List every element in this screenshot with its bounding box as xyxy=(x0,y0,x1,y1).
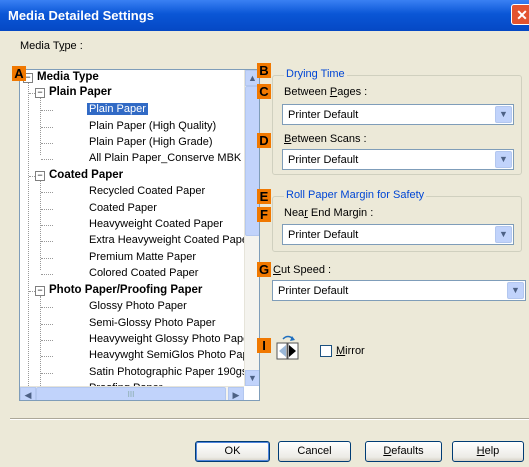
mirror-checkbox[interactable] xyxy=(320,345,332,357)
tree-item[interactable]: Colored Coated Paper xyxy=(89,267,198,279)
tree-horizontal-scrollbar[interactable]: ◀ III ▶ xyxy=(20,386,244,400)
tree-group-plain-paper[interactable]: Plain Paper xyxy=(49,86,112,98)
ok-button[interactable]: OK xyxy=(195,441,270,462)
roll-margin-title: Roll Paper Margin for Safety xyxy=(284,189,427,201)
chevron-down-icon[interactable]: ▼ xyxy=(495,226,512,243)
expand-plain-paper-icon[interactable]: − xyxy=(35,88,45,98)
tree-item[interactable]: Heavyweight Glossy Photo Pape xyxy=(89,333,249,345)
tree-item[interactable]: Heavywght SemiGlos Photo Pap xyxy=(89,349,249,361)
tree-item[interactable]: Satin Photographic Paper 190gs xyxy=(89,366,247,378)
tree-root[interactable]: Media Type xyxy=(37,71,99,83)
tree-item[interactable]: All Plain Paper_Conserve MBK xyxy=(89,152,241,164)
drying-time-title: Drying Time xyxy=(284,68,347,80)
media-type-tree[interactable]: − Media Type − Plain Paper Plain Paper P… xyxy=(19,69,260,401)
tree-item[interactable]: Plain Paper (High Grade) xyxy=(89,136,213,148)
scroll-right-icon[interactable]: ▶ xyxy=(228,387,244,400)
chevron-down-icon[interactable]: ▼ xyxy=(495,151,512,168)
tree-item[interactable]: Glossy Photo Paper xyxy=(89,300,187,312)
mirror-label: Mirror xyxy=(336,345,365,357)
tree-item[interactable]: Premium Matte Paper xyxy=(89,251,196,263)
expand-coated-paper-icon[interactable]: − xyxy=(35,171,45,181)
mirror-icon xyxy=(276,335,299,360)
between-scans-label: Between Scans : xyxy=(284,133,367,145)
cut-speed-label: Cut Speed : xyxy=(273,264,332,276)
marker-f: F xyxy=(257,207,271,222)
window-title: Media Detailed Settings xyxy=(8,8,154,23)
scroll-down-icon[interactable]: ▼ xyxy=(245,370,259,386)
tree-group-photo-paper[interactable]: Photo Paper/Proofing Paper xyxy=(49,284,202,296)
media-detailed-settings-window: Media Detailed Settings ✕ Media Type : −… xyxy=(0,0,529,467)
help-button[interactable]: Help xyxy=(452,441,524,462)
marker-b: B xyxy=(257,63,271,78)
near-end-margin-label: Near End Margin : xyxy=(284,207,374,219)
tree-root-line xyxy=(28,82,29,386)
cut-speed-value: Printer Default xyxy=(278,285,349,297)
marker-c: C xyxy=(257,84,271,99)
near-end-margin-value: Printer Default xyxy=(288,229,359,241)
chevron-down-icon[interactable]: ▼ xyxy=(507,282,524,299)
between-scans-value: Printer Default xyxy=(288,154,359,166)
cut-speed-select[interactable]: Printer Default ▼ xyxy=(272,280,526,301)
marker-e: E xyxy=(257,189,271,204)
scroll-left-icon[interactable]: ◀ xyxy=(20,387,36,400)
marker-i: I xyxy=(257,338,271,353)
tree-item[interactable]: Coated Paper xyxy=(89,202,157,214)
tree-group-coated-paper[interactable]: Coated Paper xyxy=(49,169,123,181)
tree-item[interactable]: Heavyweight Coated Paper xyxy=(89,218,223,230)
marker-d: D xyxy=(257,133,271,148)
tree-item[interactable]: Semi-Glossy Photo Paper xyxy=(89,317,216,329)
between-pages-select[interactable]: Printer Default ▼ xyxy=(282,104,514,125)
defaults-button[interactable]: Defaults xyxy=(365,441,442,462)
marker-g: G xyxy=(257,262,271,277)
tree-item[interactable]: Plain Paper (High Quality) xyxy=(89,120,216,132)
near-end-margin-select[interactable]: Printer Default ▼ xyxy=(282,224,514,245)
marker-a: A xyxy=(12,66,26,81)
close-button[interactable]: ✕ xyxy=(511,4,529,25)
cancel-button[interactable]: Cancel xyxy=(278,441,351,462)
between-pages-value: Printer Default xyxy=(288,109,359,121)
media-type-label: Media Type : xyxy=(20,40,83,52)
expand-photo-paper-icon[interactable]: − xyxy=(35,286,45,296)
tree-item[interactable]: Extra Heavyweight Coated Pape xyxy=(89,234,248,246)
footer-separator xyxy=(10,418,529,420)
chevron-down-icon[interactable]: ▼ xyxy=(495,106,512,123)
between-pages-label: Between Pages : xyxy=(284,86,368,98)
between-scans-select[interactable]: Printer Default ▼ xyxy=(282,149,514,170)
tree-item[interactable]: Recycled Coated Paper xyxy=(89,185,205,197)
title-bar[interactable]: Media Detailed Settings ✕ xyxy=(0,0,529,31)
tree-item[interactable]: Plain Paper xyxy=(87,103,148,115)
horizontal-scroll-thumb[interactable]: III xyxy=(36,387,226,400)
